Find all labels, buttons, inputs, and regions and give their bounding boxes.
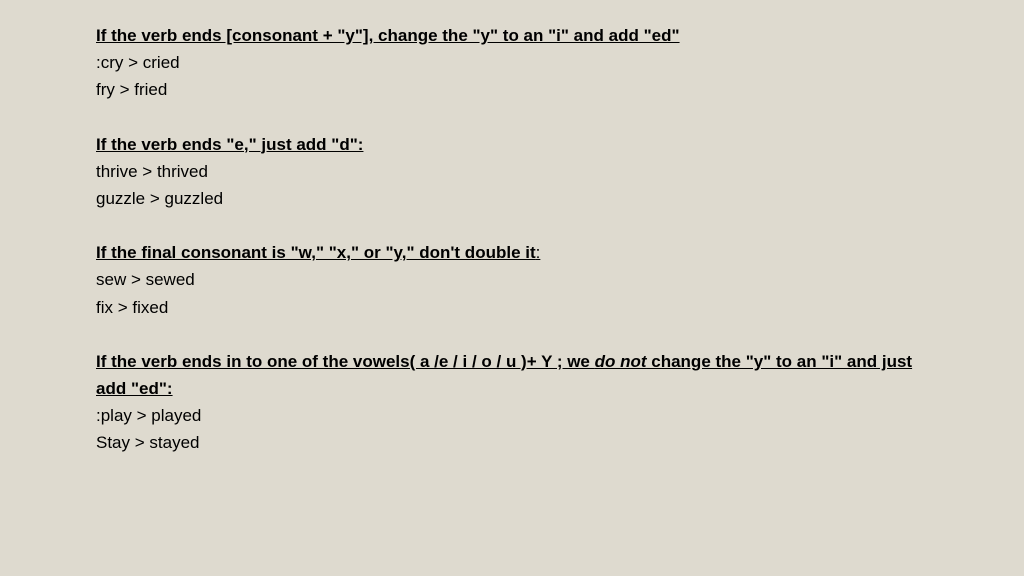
rule-heading-pre: If the verb ends in to one of the vowels… bbox=[96, 352, 595, 371]
rule-block: If the verb ends "e," just add "d": thri… bbox=[96, 131, 932, 213]
example-line: thrive > thrived bbox=[96, 158, 932, 185]
rule-heading-text: If the verb ends "e," just add "d": bbox=[96, 135, 363, 154]
rule-heading-text: If the verb ends [consonant + "y"], chan… bbox=[96, 26, 680, 45]
example-line: guzzle > guzzled bbox=[96, 185, 932, 212]
rule-heading: If the final consonant is "w," "x," or "… bbox=[96, 239, 932, 266]
rule-heading: If the verb ends in to one of the vowels… bbox=[96, 348, 932, 402]
example-line: fix > fixed bbox=[96, 294, 932, 321]
example-line: Stay > stayed bbox=[96, 429, 932, 456]
rule-heading-italic: do not bbox=[595, 352, 647, 371]
rule-block: If the verb ends in to one of the vowels… bbox=[96, 348, 932, 457]
rule-heading-tail: : bbox=[536, 243, 541, 262]
rule-heading-text: If the final consonant is "w," "x," or "… bbox=[96, 243, 536, 262]
rule-block: If the verb ends [consonant + "y"], chan… bbox=[96, 22, 932, 104]
rule-block: If the final consonant is "w," "x," or "… bbox=[96, 239, 932, 321]
rule-heading: If the verb ends [consonant + "y"], chan… bbox=[96, 22, 932, 49]
example-line: :cry > cried bbox=[96, 49, 932, 76]
example-line: :play > played bbox=[96, 402, 932, 429]
example-line: sew > sewed bbox=[96, 266, 932, 293]
example-line: fry > fried bbox=[96, 76, 932, 103]
rule-heading: If the verb ends "e," just add "d": bbox=[96, 131, 932, 158]
